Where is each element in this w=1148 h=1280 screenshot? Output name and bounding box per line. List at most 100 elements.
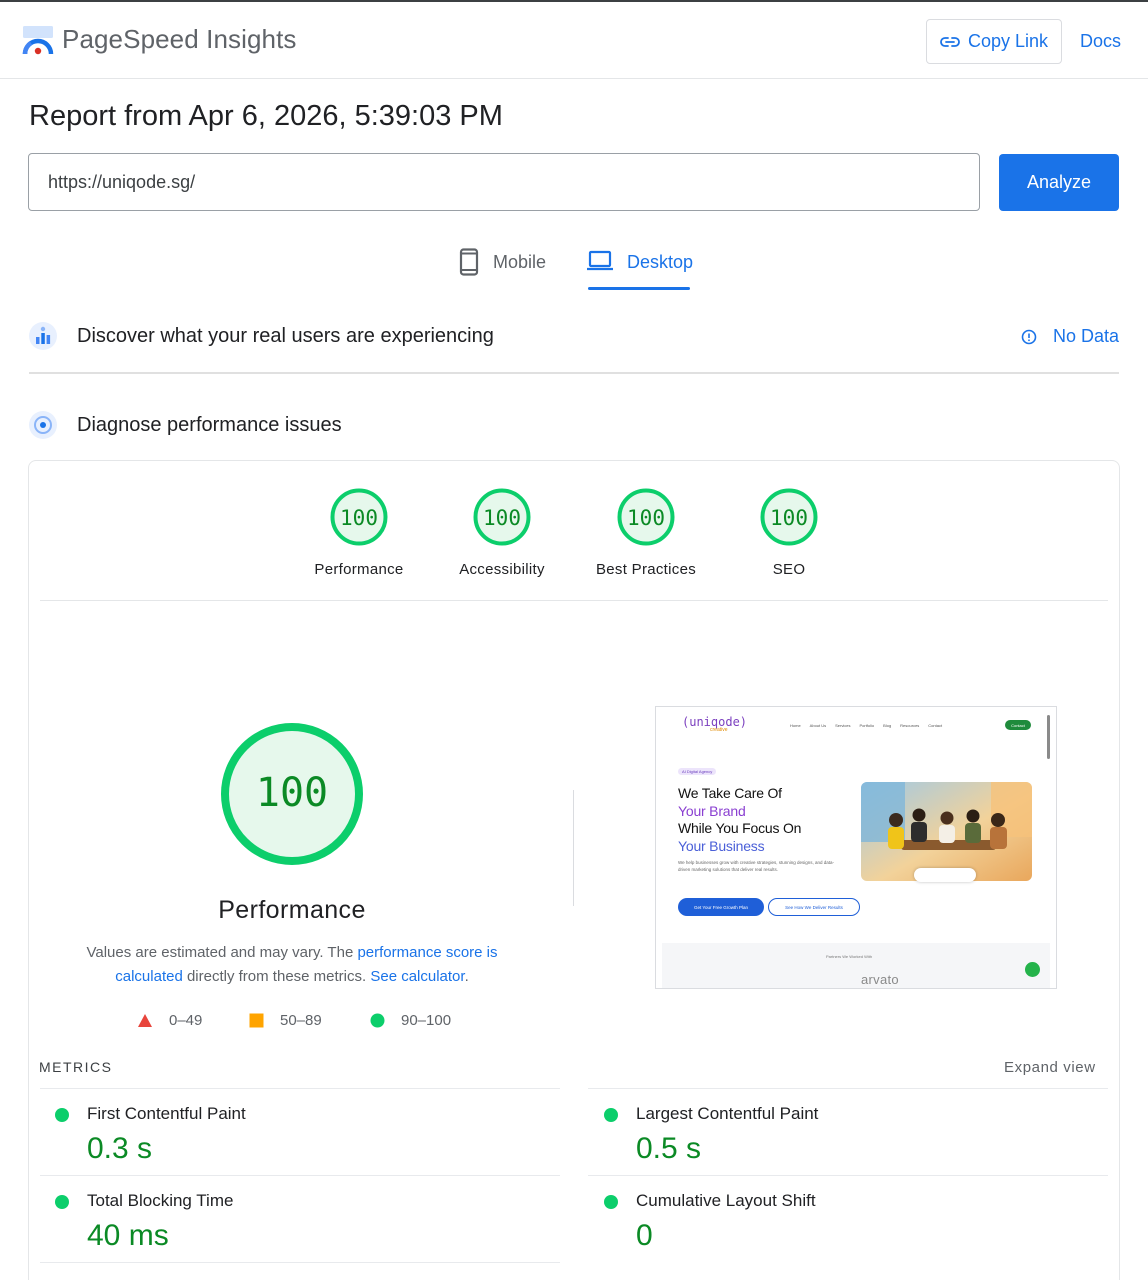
- circle-icon: [370, 1013, 385, 1028]
- copy-link-button[interactable]: Copy Link: [926, 19, 1062, 64]
- best-practices-score-label[interactable]: Best Practices: [566, 561, 726, 578]
- pagespeed-logo-icon[interactable]: [22, 25, 54, 57]
- performance-score-gauge[interactable]: 100: [330, 488, 388, 546]
- app-title[interactable]: PageSpeed Insights: [62, 24, 297, 55]
- thumb-nav-item: Portfolio: [859, 723, 875, 728]
- triangle-icon: [138, 1014, 152, 1027]
- expand-view-toggle[interactable]: Expand view: [1004, 1059, 1096, 1076]
- metric-cls-value: 0: [636, 1219, 653, 1252]
- thumb-nav-item: Resources: [900, 723, 920, 728]
- thumb-partners-label: Partners We Worked With: [826, 954, 873, 959]
- pass-status-icon: [55, 1195, 69, 1209]
- legend-average-label: 50–89: [280, 1012, 322, 1029]
- note-prefix: Values are estimated and may vary. The: [86, 944, 358, 961]
- diagnose-title: Diagnose performance issues: [77, 413, 342, 436]
- metric-tbt-value: 40 ms: [87, 1219, 169, 1252]
- thumb-paragraph: We help businesses grow with creative st…: [678, 860, 835, 872]
- performance-score-value: 100: [340, 506, 378, 530]
- top-bar: PageSpeed Insights Copy Link Docs: [0, 0, 1148, 79]
- thumb-nav-item: Home: [790, 723, 801, 728]
- thumb-secondary-cta: See How We Deliver Results: [768, 898, 860, 916]
- accessibility-score-value: 100: [483, 506, 521, 530]
- copy-link-label: Copy Link: [967, 31, 1049, 51]
- thumb-badge: AI Digital Agency: [678, 768, 717, 775]
- accessibility-score-gauge[interactable]: 100: [473, 488, 531, 546]
- performance-big-gauge: 100: [221, 723, 363, 865]
- performance-score-label[interactable]: Performance: [279, 561, 439, 578]
- accessibility-score-label[interactable]: Accessibility: [422, 561, 582, 578]
- best-practices-score-value: 100: [627, 506, 665, 530]
- thumb-headline-line: Your Brand: [678, 802, 746, 819]
- thumb-headline-line: While You Focus On: [678, 820, 802, 836]
- seo-score-value: 100: [770, 506, 808, 530]
- link-icon: [940, 36, 960, 47]
- thumb-partner-logo: arvato: [861, 972, 899, 987]
- legend-average: 50–89: [249, 1012, 322, 1029]
- thumb-headline-line: We Take Care Of: [678, 785, 782, 801]
- metric-lcp-value: 0.5 s: [636, 1132, 702, 1165]
- no-data-status[interactable]: No Data: [1021, 326, 1119, 347]
- section-divider: [29, 372, 1119, 374]
- metric-fcp-name: First Contentful Paint: [87, 1104, 246, 1123]
- legend-pass-label: 90–100: [401, 1012, 452, 1029]
- performance-big-score: 100: [256, 770, 328, 816]
- phone-icon: [459, 248, 479, 276]
- pass-status-icon: [604, 1195, 618, 1209]
- tab-desktop[interactable]: Desktop: [587, 248, 693, 292]
- thumb-logo-sub: creative: [710, 727, 728, 733]
- thumb-rating-pill: [914, 868, 976, 882]
- no-data-label: No Data: [1052, 326, 1119, 346]
- metric-divider: [40, 1262, 560, 1263]
- laptop-icon: [587, 250, 613, 271]
- pass-status-icon: [55, 1108, 69, 1122]
- note-middle: directly from these metrics.: [182, 968, 371, 985]
- seo-score-gauge[interactable]: 100: [760, 488, 818, 546]
- score-note: Values are estimated and may vary. The p…: [80, 941, 504, 989]
- thumb-headline: We Take Care Of Your Brand While You Foc…: [678, 785, 801, 855]
- thumb-headline-line: Your Business: [678, 837, 765, 854]
- field-data-row: Discover what your real users are experi…: [28, 321, 1120, 351]
- info-icon: [1021, 329, 1037, 344]
- card-divider: [40, 600, 1108, 601]
- thumb-team-photo: [861, 782, 1032, 881]
- thumb-nav-item: Services: [835, 723, 851, 728]
- metric-lcp-name: Largest Contentful Paint: [636, 1104, 819, 1123]
- thumb-nav-item: Contact: [928, 723, 943, 728]
- diagnose-target-icon: [29, 411, 57, 439]
- seo-score-label[interactable]: SEO: [709, 561, 869, 578]
- metric-fcp-value: 0.3 s: [87, 1132, 153, 1165]
- thumb-nav-item: About Us: [809, 723, 827, 728]
- best-practices-score-gauge[interactable]: 100: [617, 488, 675, 546]
- vertical-divider: [573, 790, 574, 906]
- users-chart-icon: [29, 322, 57, 350]
- pass-status-icon: [604, 1108, 618, 1122]
- thumb-scrollbar: [1047, 715, 1050, 759]
- legend-fail-label: 0–49: [169, 1012, 203, 1029]
- metric-cls-name: Cumulative Layout Shift: [636, 1191, 816, 1210]
- thumb-nav-item: Blog: [883, 723, 892, 728]
- docs-link[interactable]: Docs: [1080, 31, 1121, 52]
- tab-mobile[interactable]: Mobile: [459, 248, 546, 292]
- metrics-heading: METRICS: [39, 1059, 113, 1075]
- thumb-nav: Home About Us Services Portfolio Blog Re…: [790, 723, 942, 728]
- metric-divider: [40, 1175, 560, 1176]
- note-suffix: .: [464, 968, 469, 985]
- analyze-button[interactable]: Analyze: [999, 154, 1119, 211]
- final-screenshot-thumbnail[interactable]: (uniqode) creative Home About Us Service…: [655, 706, 1057, 989]
- thumb-whatsapp-icon: [1025, 962, 1040, 977]
- url-input[interactable]: [28, 153, 980, 211]
- thumb-contact-button: Contact: [1005, 720, 1031, 730]
- tab-desktop-label: Desktop: [627, 252, 694, 272]
- see-calculator-link[interactable]: See calculator: [370, 968, 464, 985]
- metric-divider: [40, 1088, 560, 1089]
- metric-divider: [588, 1175, 1108, 1176]
- tab-selected-indicator: [588, 287, 690, 290]
- diagnose-row: Diagnose performance issues: [28, 410, 1120, 440]
- field-data-title: Discover what your real users are experi…: [77, 324, 494, 347]
- metric-tbt-name: Total Blocking Time: [87, 1191, 234, 1210]
- legend-pass: 90–100: [370, 1012, 451, 1029]
- square-icon: [249, 1013, 264, 1028]
- performance-big-label: Performance: [218, 896, 366, 924]
- report-title: Report from Apr 6, 2026, 5:39:03 PM: [29, 100, 503, 132]
- thumb-primary-cta: Get Your Free Growth Plan: [678, 898, 764, 916]
